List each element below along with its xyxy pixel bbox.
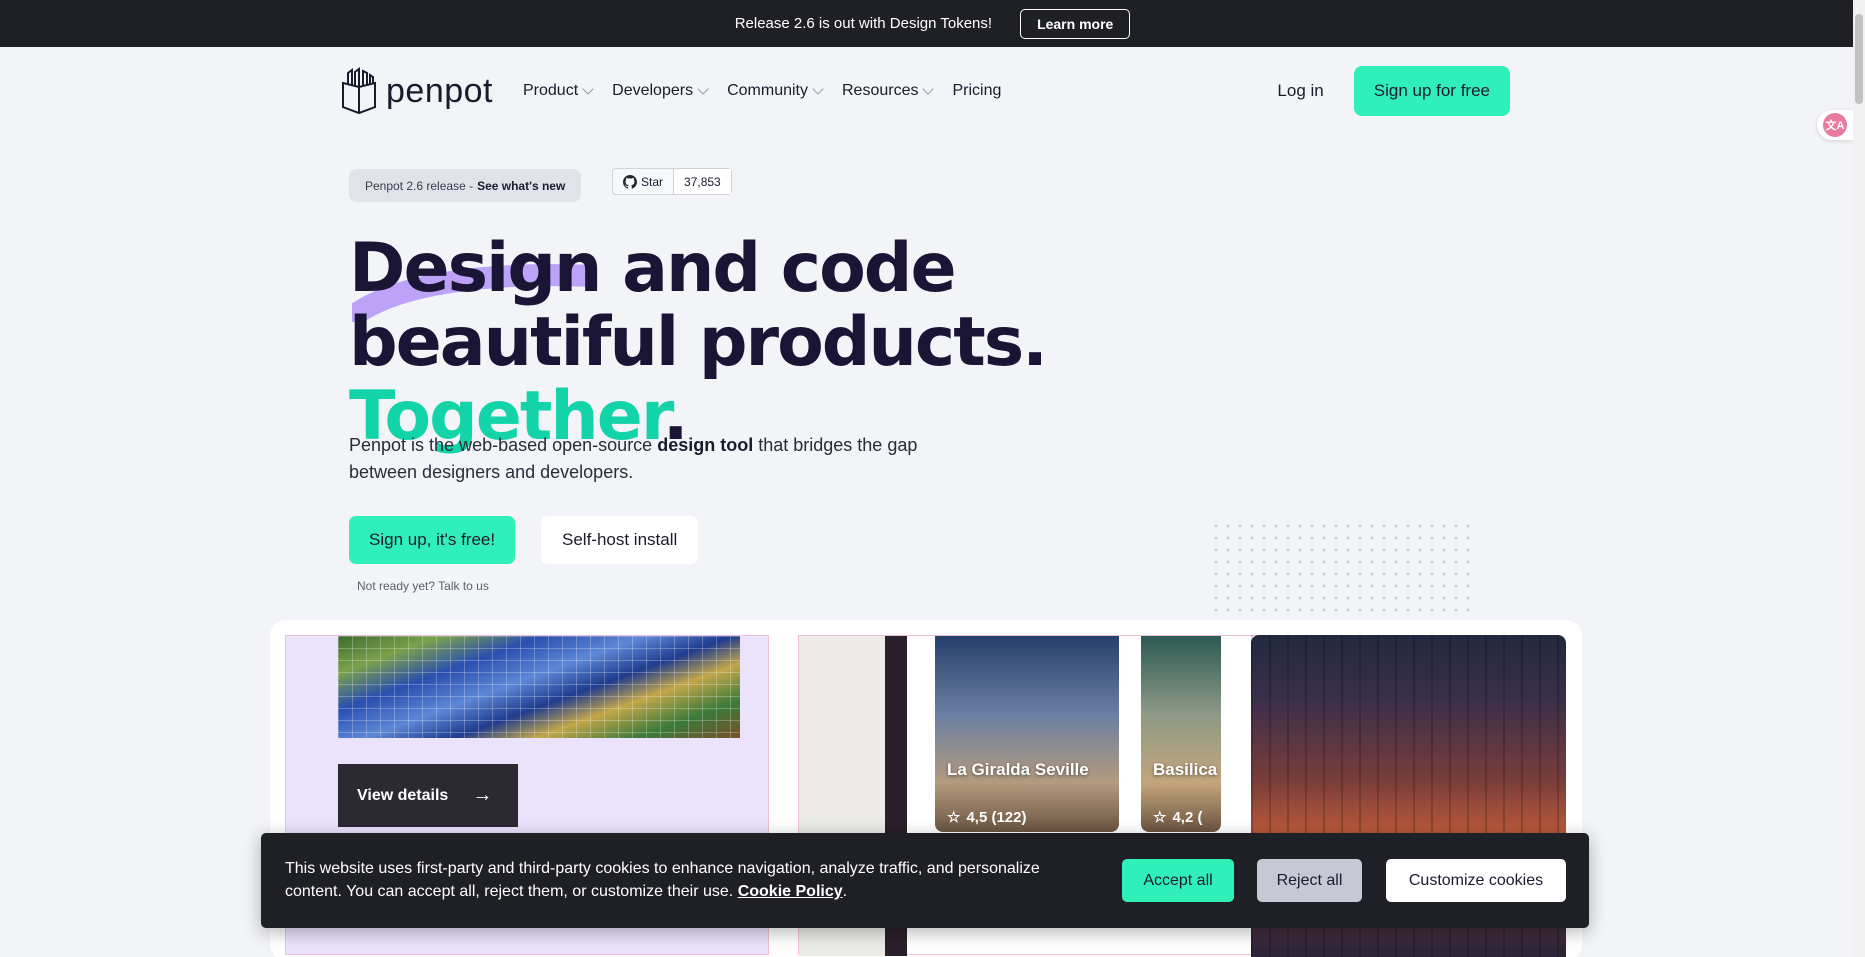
nav-pricing-label: Pricing (952, 82, 1002, 99)
hero-subtitle: Penpot is the web-based open-source desi… (349, 432, 929, 486)
translate-widget[interactable]: 文A (1817, 110, 1853, 140)
release-pill[interactable]: Penpot 2.6 release - See what's new (349, 169, 582, 202)
chevron-down-icon (922, 82, 935, 95)
chevron-down-icon (812, 82, 824, 95)
github-icon (623, 174, 637, 189)
nav-developers-label: Developers (612, 82, 694, 99)
customize-cookies-button[interactable]: Customize cookies (1386, 859, 1566, 902)
place-card-name: La Giralda Seville (947, 760, 1089, 779)
place-card-name: Basilica Zaragoza (1153, 760, 1221, 779)
star-icon: ☆ (947, 809, 961, 826)
accept-all-button[interactable]: Accept all (1122, 859, 1234, 902)
announcement-bar: Release 2.6 is out with Design Tokens! L… (0, 0, 1865, 47)
chevron-down-icon (697, 82, 709, 95)
arrow-right-icon: → (472, 784, 493, 806)
nav-pricing[interactable]: Pricing (952, 82, 1001, 100)
github-star-label: Star (641, 174, 664, 189)
nav-product[interactable]: Product (523, 82, 594, 100)
mosaic-image (338, 636, 740, 738)
place-card[interactable]: La Giralda Seville ☆ 4,5 (122) (935, 636, 1119, 832)
signup-button[interactable]: Sign up for free (1353, 66, 1510, 116)
logo-text: penpot (386, 71, 493, 110)
self-host-install-button[interactable]: Self-host install (541, 516, 699, 564)
page-scrollbar[interactable] (1853, 0, 1865, 957)
hero-title: Design and code beautiful products. Toge… (349, 232, 1249, 454)
hero-title-main: Design and code beautiful products. (349, 229, 1048, 382)
github-star-widget[interactable]: Star 37,853 (612, 168, 732, 195)
learn-more-button[interactable]: Learn more (1020, 8, 1131, 39)
place-card-rating-value: 4,5 (122) (966, 808, 1027, 826)
nav-resources-label: Resources (841, 82, 919, 99)
main-nav: penpot Product Developers Community Reso… (340, 66, 1510, 116)
nav-community[interactable]: Community (727, 82, 824, 100)
place-card-rating-value: 4,2 ( (1172, 808, 1203, 826)
cookie-banner: This website uses first-party and third-… (261, 833, 1589, 928)
nav-actions: Log in Sign up for free (1277, 66, 1510, 116)
chevron-down-icon (582, 82, 594, 95)
hero-subtitle-before: Penpot is the web-based open-source (349, 435, 653, 455)
scrollbar-thumb[interactable] (1855, 14, 1863, 104)
signup-free-button[interactable]: Sign up, it's free! (349, 516, 516, 564)
talk-to-us-link[interactable]: Not ready yet? Talk to us (357, 579, 489, 593)
github-star-button[interactable]: Star (613, 169, 675, 194)
dot-pattern (1210, 520, 1470, 625)
cookie-text: This website uses first-party and third-… (285, 857, 1075, 903)
cookie-end: . (842, 883, 848, 900)
place-card[interactable]: Basilica Zaragoza ☆ 4,2 ( (1141, 636, 1221, 832)
translate-icon: 文A (1823, 113, 1847, 137)
penpot-logo-icon (342, 67, 376, 115)
star-icon: ☆ (1153, 809, 1167, 826)
announcement-text: Release 2.6 is out with Design Tokens! (734, 15, 993, 32)
cookie-policy-link[interactable]: Cookie Policy (738, 883, 843, 900)
view-details-button[interactable]: View details → (338, 764, 518, 827)
place-card-rating: ☆ 4,5 (122) (947, 808, 1027, 827)
view-details-label: View details (357, 786, 449, 804)
hero-subtitle-bold: design tool (657, 435, 754, 455)
cookie-message: This website uses first-party and third-… (285, 860, 1040, 900)
place-card-rating: ☆ 4,2 ( (1153, 808, 1203, 827)
nav-product-label: Product (523, 82, 579, 99)
nav-developers[interactable]: Developers (612, 82, 709, 100)
nav-resources[interactable]: Resources (841, 82, 935, 100)
login-link[interactable]: Log in (1277, 81, 1323, 101)
release-pill-prefix: Penpot 2.6 release - (365, 178, 474, 193)
github-star-count[interactable]: 37,853 (674, 169, 731, 194)
logo[interactable]: penpot (340, 67, 493, 115)
nav-community-label: Community (727, 82, 808, 99)
reject-all-button[interactable]: Reject all (1257, 859, 1362, 902)
release-pill-link: See what's new (477, 178, 566, 193)
